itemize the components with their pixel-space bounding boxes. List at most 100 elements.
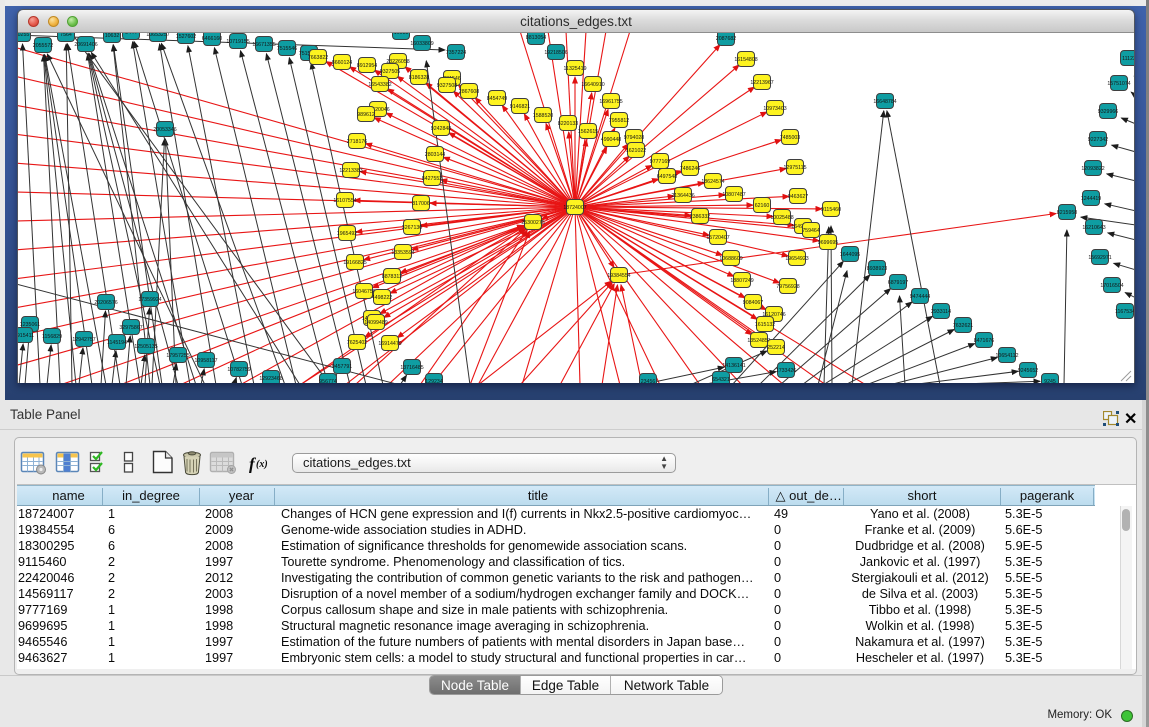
svg-text:7485003: 7485003 [780, 135, 801, 141]
svg-text:759464: 759464 [802, 228, 820, 234]
svg-text:3915411: 3915411 [18, 333, 34, 339]
svg-text:10688609: 10688609 [719, 256, 742, 262]
svg-text:9463627: 9463627 [788, 194, 809, 200]
svg-text:3267130: 3267130 [402, 225, 423, 231]
svg-text:4990448: 4990448 [601, 137, 622, 143]
svg-text:12942757: 12942757 [72, 337, 95, 343]
svg-text:9329966: 9329966 [1098, 109, 1119, 115]
svg-text:1145194: 1145194 [107, 340, 127, 346]
svg-text:8813054: 8813054 [526, 35, 547, 41]
svg-text:956774: 956774 [319, 379, 337, 383]
svg-text:1156829: 1156829 [42, 334, 62, 340]
svg-text:18807249: 18807249 [730, 278, 753, 284]
svg-text:13716485: 13716485 [400, 365, 423, 371]
svg-text:9457791: 9457791 [332, 364, 353, 370]
svg-text:16033809: 16033809 [410, 41, 433, 47]
svg-text:16210643: 16210643 [1082, 225, 1105, 231]
svg-text:14099489: 14099489 [364, 320, 387, 326]
svg-text:21364436: 21364436 [671, 193, 694, 199]
svg-text:10632: 10632 [105, 33, 120, 39]
svg-text:1733426: 1733426 [776, 368, 797, 374]
svg-text:1588520: 1588520 [533, 113, 554, 119]
svg-text:9146821: 9146821 [510, 104, 531, 110]
svg-text:9245: 9245 [1044, 379, 1056, 383]
svg-text:16154808: 16154808 [734, 57, 757, 63]
svg-text:10782759: 10782759 [227, 367, 250, 373]
svg-text:1244419: 1244419 [1081, 196, 1102, 202]
svg-text:10973403: 10973403 [763, 106, 786, 112]
svg-text:2933114: 2933114 [931, 309, 951, 315]
svg-text:6497548: 6497548 [657, 174, 678, 180]
svg-text:989612: 989612 [357, 112, 375, 118]
svg-text:15751074: 15751074 [1107, 81, 1130, 87]
svg-text:10025488: 10025488 [770, 215, 793, 221]
svg-text:7564: 7564 [60, 33, 72, 38]
svg-text:12213383: 12213383 [339, 168, 362, 174]
svg-text:12093822: 12093822 [1081, 166, 1104, 172]
svg-text:10654112: 10654112 [996, 353, 1019, 359]
svg-text:9327505: 9327505 [380, 69, 401, 75]
svg-text:15720407: 15720407 [706, 235, 729, 241]
svg-text:1644095: 1644095 [840, 252, 861, 258]
svg-text:9444: 9444 [125, 33, 137, 36]
svg-text:10807487: 10807487 [722, 192, 745, 198]
svg-text:20691406: 20691406 [74, 42, 97, 48]
svg-text:18724007: 18724007 [563, 205, 586, 211]
svg-text:252214: 252214 [767, 345, 785, 351]
svg-text:1615132: 1615132 [755, 322, 776, 328]
svg-text:19218506: 19218506 [544, 50, 567, 56]
svg-text:2718176: 2718176 [347, 139, 368, 145]
svg-text:8660124: 8660124 [332, 60, 353, 66]
svg-text:32975867: 32975867 [119, 325, 142, 331]
svg-text:25300275: 25300275 [521, 220, 544, 226]
svg-text:9777169: 9777169 [650, 159, 671, 165]
svg-text:20206576: 20206576 [94, 300, 117, 306]
svg-text:2087682: 2087682 [716, 36, 737, 42]
svg-text:9699695: 9699695 [818, 240, 839, 246]
svg-text:8912954: 8912954 [357, 63, 378, 69]
svg-text:6879197: 6879197 [888, 280, 909, 286]
svg-text:10719155: 10719155 [226, 39, 249, 45]
svg-text:15692971: 15692971 [1088, 255, 1111, 261]
svg-text:2803144: 2803144 [425, 152, 446, 158]
svg-text:19384554: 19384554 [607, 273, 630, 279]
svg-text:7955812: 7955812 [609, 118, 630, 124]
svg-text:9794028: 9794028 [624, 135, 645, 141]
svg-text:7663822: 7663822 [308, 55, 329, 61]
svg-text:23456: 23456 [641, 379, 656, 383]
svg-text:4498222: 4498222 [372, 295, 393, 301]
svg-text:9084067: 9084067 [743, 300, 764, 306]
svg-text:18624574: 18624574 [701, 179, 724, 185]
svg-text:8471676: 8471676 [974, 338, 995, 344]
svg-text:16961755: 16961755 [599, 99, 622, 105]
svg-text:12505135: 12505135 [134, 344, 157, 350]
svg-text:8220133: 8220133 [558, 121, 579, 127]
svg-text:8186328: 8186328 [409, 75, 430, 81]
svg-text:9227342: 9227342 [1088, 137, 1109, 143]
svg-text:17359924: 17359924 [138, 297, 161, 303]
svg-text:11123: 11123 [1122, 56, 1134, 62]
svg-text:14136141: 14136141 [722, 363, 745, 369]
svg-text:79756928: 79756928 [776, 284, 799, 290]
svg-text:13353594: 13353594 [391, 250, 414, 256]
svg-text:10653257: 10653257 [146, 33, 169, 38]
svg-text:9327508: 9327508 [437, 83, 458, 89]
svg-text:17957255: 17957255 [166, 353, 189, 359]
svg-text:12975115: 12975115 [784, 165, 807, 171]
svg-text:16107554: 16107554 [333, 198, 356, 204]
svg-text:16640910: 16640910 [581, 82, 604, 88]
svg-text:12923468: 12923468 [259, 376, 282, 382]
svg-text:16046756: 16046756 [352, 289, 375, 295]
svg-text:9474444: 9474444 [910, 294, 931, 300]
svg-text:19166825: 19166825 [343, 260, 366, 266]
svg-text:1562615: 1562615 [578, 129, 599, 135]
svg-text:7632621: 7632621 [953, 323, 974, 329]
svg-text:16033: 16033 [394, 33, 409, 36]
svg-text:1527602: 1527602 [176, 34, 197, 40]
svg-text:9242848: 9242848 [431, 126, 452, 132]
svg-text:(x): (x) [256, 459, 268, 470]
svg-text:9245652: 9245652 [1018, 368, 1039, 374]
svg-text:62160: 62160 [755, 203, 770, 209]
svg-text:7515546: 7515546 [277, 46, 298, 52]
svg-text:654321: 654321 [712, 377, 730, 383]
